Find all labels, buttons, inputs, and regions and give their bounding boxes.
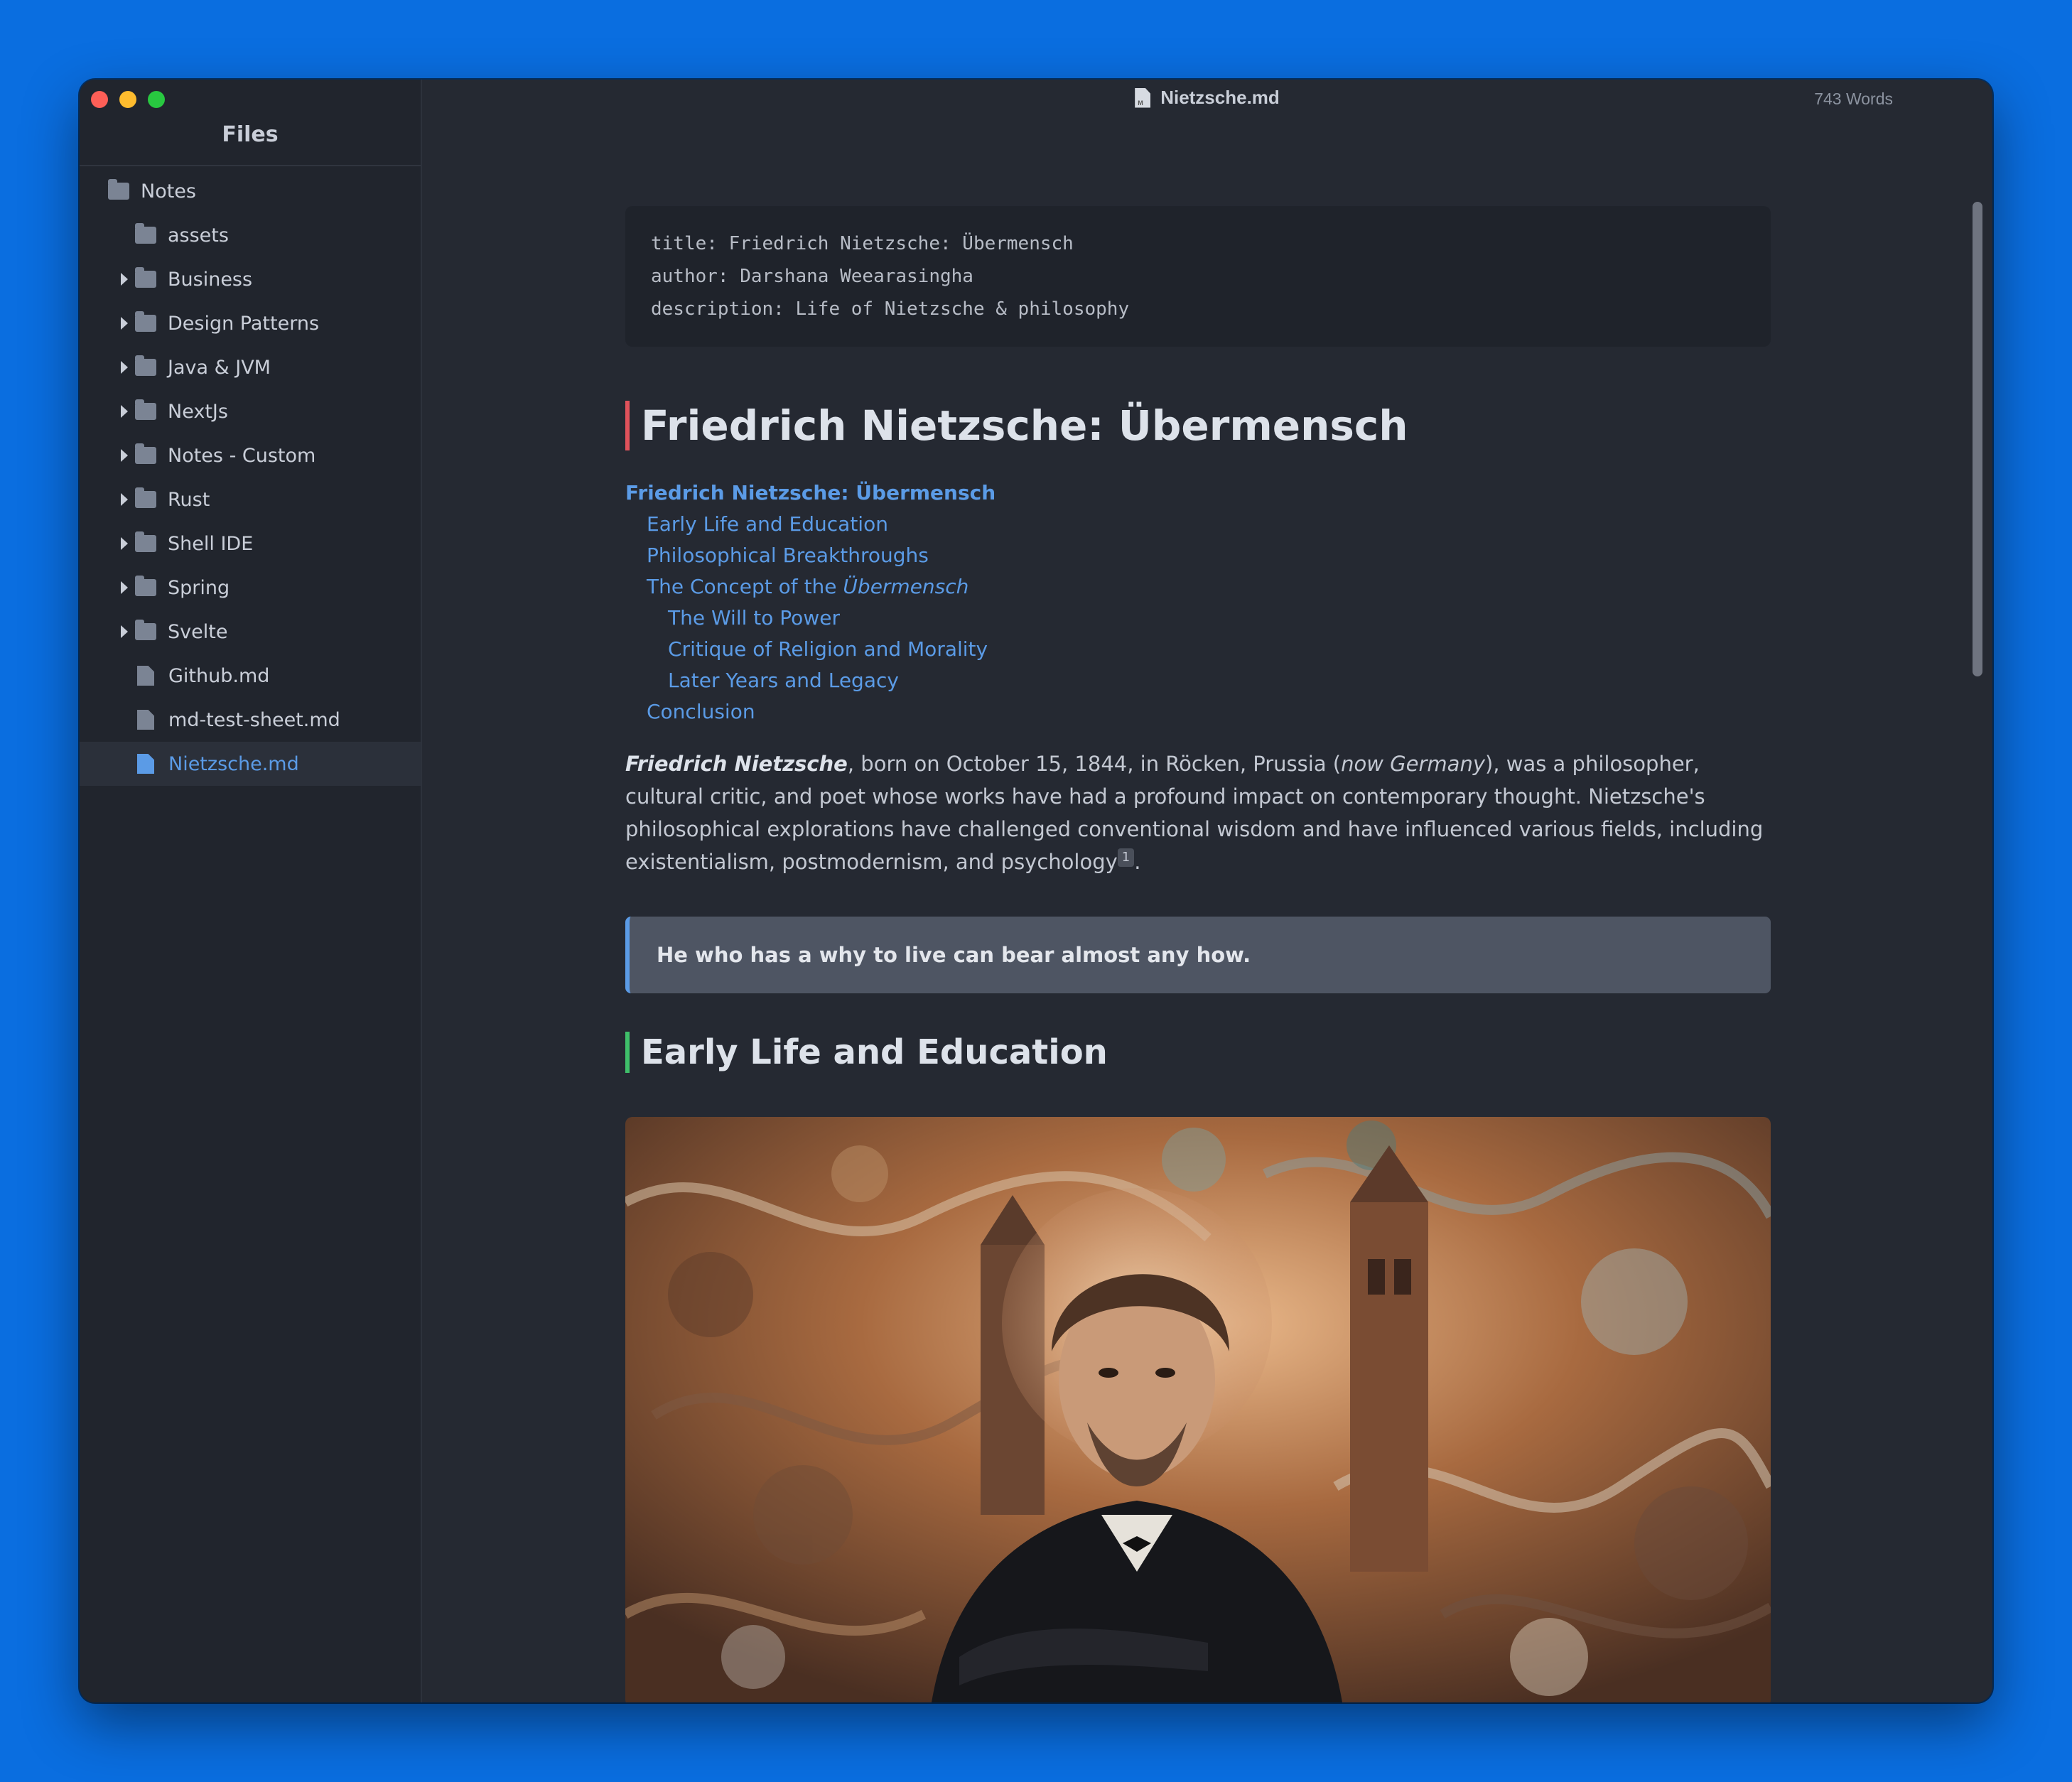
heading-1: Friedrich Nietzsche: Übermensch <box>625 401 1771 450</box>
file-item[interactable]: Nietzsche.md <box>80 742 421 786</box>
heading-2: Early Life and Education <box>625 1032 1771 1073</box>
tree-item-label: Shell IDE <box>168 532 254 555</box>
minimize-window-button[interactable] <box>119 91 136 108</box>
folder-item[interactable]: Shell IDE <box>80 522 421 566</box>
tree-item-label: Nietzsche.md <box>168 752 299 775</box>
tree-item-label: Business <box>168 268 253 291</box>
folder-icon <box>108 179 129 200</box>
folder-item[interactable]: Svelte <box>80 610 421 654</box>
disclosure-arrow-icon[interactable] <box>121 449 128 462</box>
folder-icon <box>135 576 156 596</box>
toc-link[interactable]: Conclusion <box>625 696 1771 728</box>
disclosure-arrow-icon[interactable] <box>121 581 128 594</box>
blockquote: He who has a why to live can bear almost… <box>625 917 1771 993</box>
intro-end: . <box>1134 850 1141 874</box>
disclosure-arrow-icon[interactable] <box>121 273 128 286</box>
toc-link[interactable]: Philosophical Breakthroughs <box>625 540 1771 571</box>
file-sidebar: Files Notes assets Business Design Patterns… <box>80 80 422 1702</box>
tree-item-label: Rust <box>168 488 210 511</box>
intro-name: Friedrich Nietzsche <box>625 752 848 776</box>
folder-icon <box>135 620 156 640</box>
folder-icon <box>135 487 156 508</box>
tree-item-label: Github.md <box>168 664 270 687</box>
frontmatter-description: description: Life of Nietzsche & philoso… <box>651 298 1130 320</box>
toc-link-prefix: The Concept of the <box>647 575 843 598</box>
tree-item-label: Svelte <box>168 620 228 643</box>
folder-icon <box>135 311 156 332</box>
folder-icon <box>135 399 156 420</box>
intro-paragraph: Friedrich Nietzsche, born on October 15,… <box>625 747 1771 878</box>
folder-icon <box>135 267 156 288</box>
folder-item[interactable]: Rust <box>80 477 421 522</box>
zoom-window-button[interactable] <box>148 91 165 108</box>
table-of-contents: Friedrich Nietzsche: Übermensch Early Li… <box>625 477 1771 728</box>
file-icon <box>137 710 154 730</box>
document-title: Nietzsche.md <box>1065 87 1349 109</box>
word-count: 743 Words <box>1814 90 1893 108</box>
quote-text: He who has a why to live can bear almost… <box>657 943 1251 967</box>
frontmatter-author: author: Darshana Weearasingha <box>651 266 973 287</box>
file-tree: Notes assets Business Design Patterns Java &… <box>80 169 421 786</box>
frontmatter-block[interactable]: title: Friedrich Nietzsche: Übermensch a… <box>625 206 1771 347</box>
toc-link[interactable]: Friedrich Nietzsche: Übermensch <box>625 477 1771 509</box>
disclosure-arrow-icon[interactable] <box>121 361 128 374</box>
toc-link[interactable]: The Concept of the Übermensch <box>625 571 1771 603</box>
toc-link-emphasis: Übermensch <box>843 575 969 598</box>
frontmatter-title: title: Friedrich Nietzsche: Übermensch <box>651 233 1074 254</box>
disclosure-arrow-icon[interactable] <box>121 625 128 638</box>
scrollbar-thumb[interactable] <box>1973 202 1982 676</box>
folder-item[interactable]: assets <box>80 213 421 257</box>
intro-country: now Germany <box>1341 752 1485 776</box>
disclosure-arrow-icon[interactable] <box>121 493 128 506</box>
folder-item[interactable]: NextJs <box>80 389 421 433</box>
document-title-text: Nietzsche.md <box>1160 87 1280 108</box>
disclosure-arrow-icon[interactable] <box>121 317 128 330</box>
folder-icon <box>135 355 156 376</box>
close-window-button[interactable] <box>91 91 108 108</box>
app-window: Files Notes assets Business Design Patterns… <box>80 80 1992 1702</box>
titlebar: Nietzsche.md 743 Words <box>422 80 1992 119</box>
disclosure-arrow-icon[interactable] <box>121 405 128 418</box>
toc-link[interactable]: The Will to Power <box>625 603 1771 634</box>
folder-item[interactable]: Spring <box>80 566 421 610</box>
file-item[interactable]: Github.md <box>80 654 421 698</box>
folder-icon <box>135 531 156 552</box>
folder-item[interactable]: Business <box>80 257 421 301</box>
window-controls <box>91 91 165 108</box>
tree-item-label: Notes - Custom <box>168 444 316 467</box>
sidebar-divider <box>80 165 421 166</box>
disclosure-arrow-icon[interactable] <box>121 537 128 550</box>
nietzsche-portrait-image <box>625 1117 1771 1702</box>
folder-icon <box>135 223 156 244</box>
tree-item-label: assets <box>168 224 229 247</box>
tree-item-label: Spring <box>168 576 230 599</box>
tree-item-label: Notes <box>141 180 196 202</box>
editor-content[interactable]: title: Friedrich Nietzsche: Übermensch a… <box>625 206 1771 1702</box>
folder-item[interactable]: Notes - Custom <box>80 433 421 477</box>
tree-item-label: md-test-sheet.md <box>168 708 340 731</box>
markdown-file-icon <box>1135 87 1151 108</box>
toc-link[interactable]: Later Years and Legacy <box>625 665 1771 696</box>
toc-link[interactable]: Early Life and Education <box>625 509 1771 540</box>
file-item[interactable]: md-test-sheet.md <box>80 698 421 742</box>
sidebar-title: Files <box>222 122 279 147</box>
tree-item-label: NextJs <box>168 400 228 423</box>
file-icon <box>137 754 154 774</box>
tree-item-label: Java & JVM <box>168 356 271 379</box>
folder-item[interactable]: Design Patterns <box>80 301 421 345</box>
folder-item[interactable]: Java & JVM <box>80 345 421 389</box>
intro-text-1: , born on October 15, 1844, in Röcken, P… <box>847 752 1342 776</box>
tree-item-label: Design Patterns <box>168 312 320 335</box>
file-icon <box>137 666 154 686</box>
footnote-ref[interactable]: 1 <box>1117 848 1135 868</box>
folder-item[interactable]: Notes <box>80 169 421 213</box>
editor-scrollbar[interactable] <box>1973 122 1982 1685</box>
toc-link[interactable]: Critique of Religion and Morality <box>625 634 1771 665</box>
folder-icon <box>135 443 156 464</box>
